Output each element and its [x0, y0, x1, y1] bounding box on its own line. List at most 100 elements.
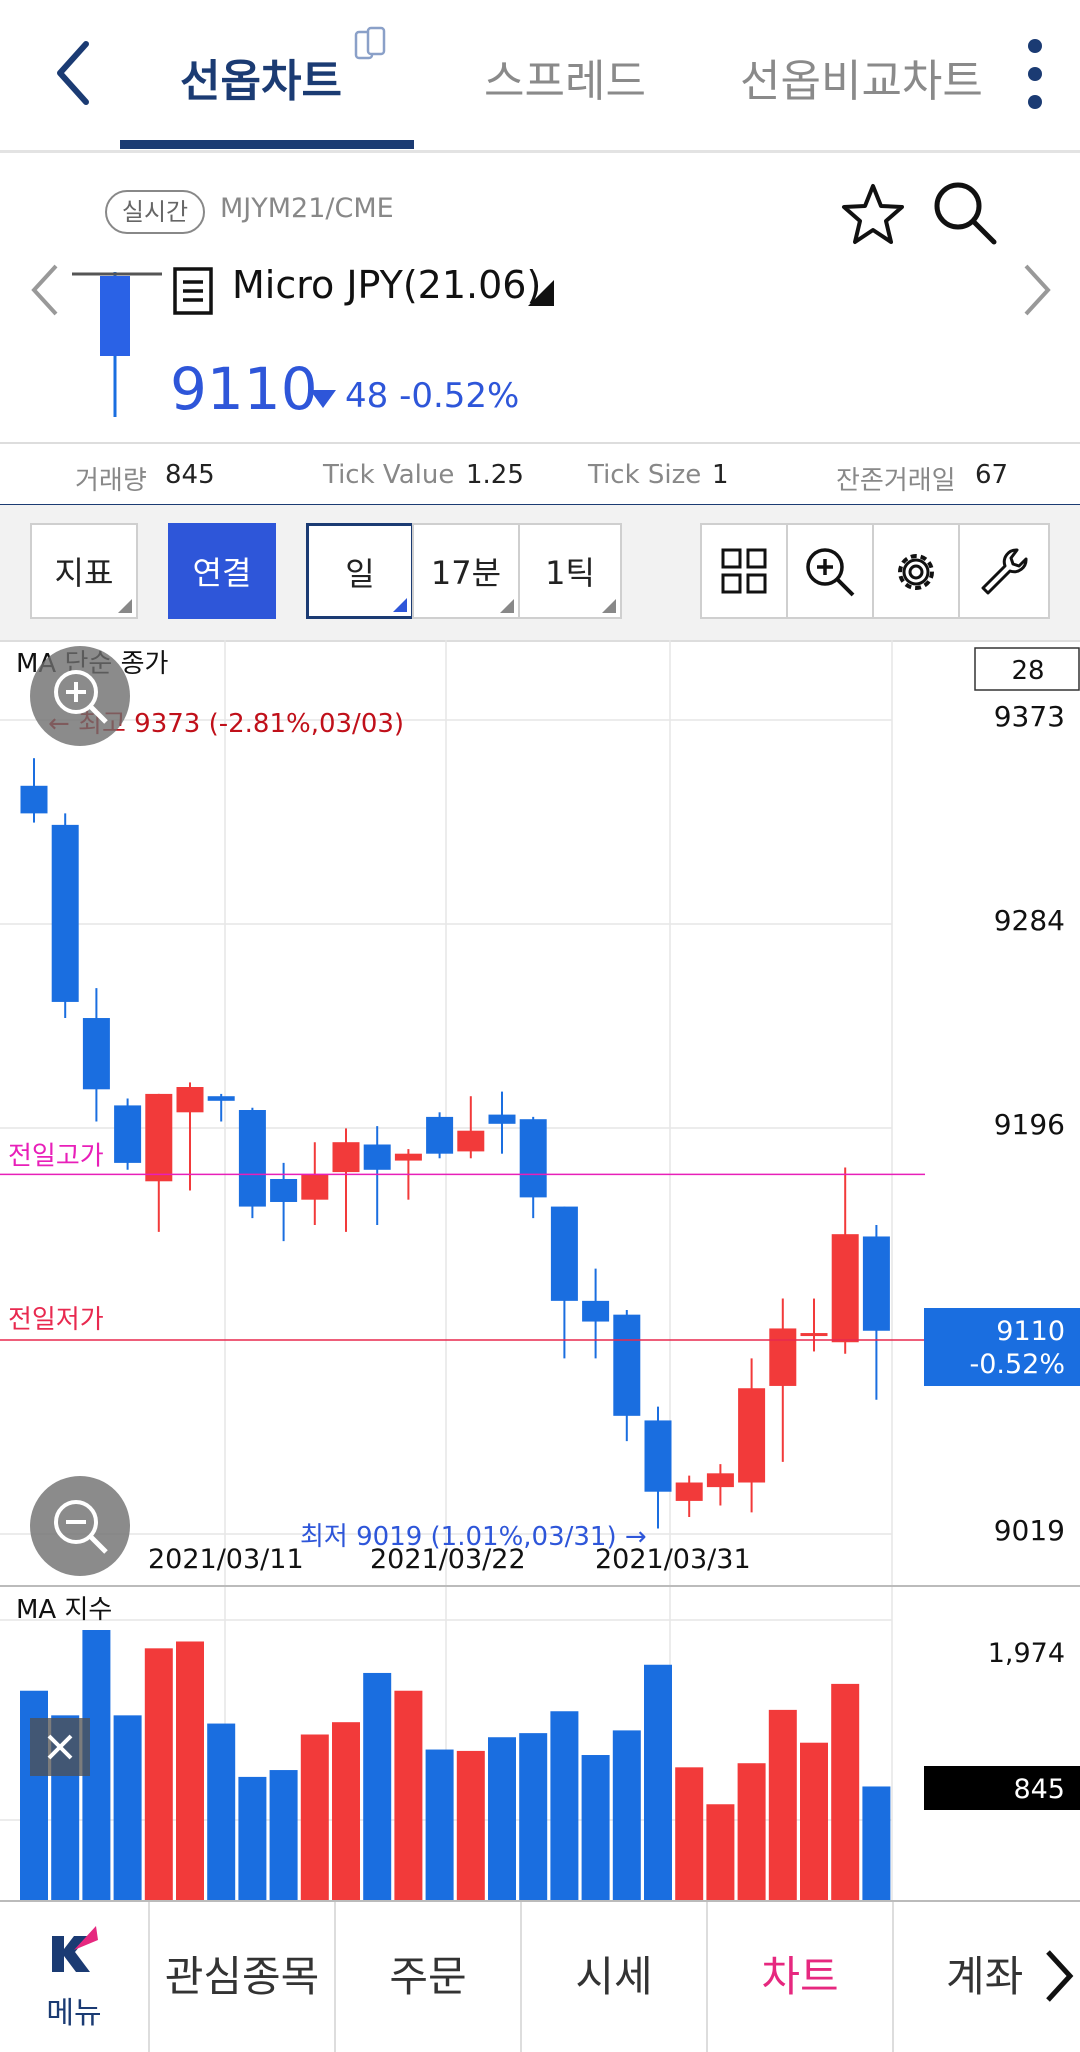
y-tick: 9373 [994, 700, 1065, 733]
volume-bar [550, 1711, 579, 1900]
change-value: 48 [345, 376, 389, 416]
y-tick: 9284 [994, 904, 1065, 937]
layout-grid-button[interactable] [700, 523, 788, 619]
nav-menu[interactable]: 메뉴 [0, 1902, 150, 2052]
list-icon[interactable] [172, 266, 214, 316]
stat-label-volume: 거래량 [75, 466, 147, 496]
back-icon[interactable] [50, 38, 100, 108]
realtime-badge: 실시간 [105, 190, 205, 234]
gear-icon [898, 554, 934, 590]
volume-bar [675, 1767, 704, 1900]
candle-series [20, 758, 890, 1529]
x-tick: 2021/03/22 [370, 1544, 526, 1575]
volume-bar [800, 1742, 828, 1900]
close-icon [47, 1734, 73, 1760]
zoom-button[interactable] [786, 523, 874, 619]
volume-bar [425, 1749, 454, 1900]
stat-label-remaining-days: 잔존거래일 [836, 466, 956, 496]
candle-body [176, 1087, 204, 1113]
volume-max-tick: 1,974 [988, 1638, 1065, 1669]
prev-low-label: 전일저가 [8, 1305, 104, 1335]
candle-body [145, 1093, 173, 1182]
corner-mark [393, 598, 407, 612]
volume-bar [144, 1648, 173, 1900]
x-tick: 2021/03/11 [148, 1544, 304, 1575]
tab-futures-chart[interactable]: 선옵차트 [180, 45, 342, 109]
dropdown-triangle-icon[interactable] [526, 278, 556, 308]
close-panel-button[interactable] [30, 1718, 90, 1776]
volume-bar [644, 1664, 672, 1900]
period-day-button[interactable]: 일 [306, 523, 414, 619]
candle-body [582, 1300, 610, 1322]
period-minute-button[interactable]: 17분 [412, 523, 520, 619]
candle-body [270, 1178, 298, 1202]
more-icon[interactable] [1020, 36, 1050, 112]
volume-bar [519, 1733, 548, 1900]
y-tick: 9196 [994, 1108, 1065, 1141]
nav-menu-label: 메뉴 [46, 1996, 102, 2031]
zoom-out-icon [54, 1500, 108, 1554]
chart-zoom-out-button[interactable] [30, 1476, 130, 1576]
current-price: 9110 [170, 355, 318, 423]
volume-bar [238, 1776, 267, 1900]
chart-zoom-in-button[interactable] [30, 646, 130, 746]
stat-value-volume: 845 [165, 460, 215, 490]
prev-instrument-icon[interactable] [28, 262, 64, 318]
price-chart[interactable]: 전일고가 전일저가 MA 단순 종가 28 ← 최고 9373 (-2.81%,… [0, 640, 1080, 1900]
stat-value-tick-value: 1.25 [466, 460, 524, 490]
candle-body [488, 1114, 516, 1124]
active-tab-indicator [120, 140, 414, 149]
period-box-value: 28 [1011, 656, 1044, 686]
candle-body [20, 785, 48, 814]
prev-high-label: 전일고가 [8, 1141, 104, 1171]
tab-spread[interactable]: 스프레드 [484, 45, 646, 109]
period-tick-button[interactable]: 1틱 [518, 523, 622, 619]
volume-bar [300, 1734, 329, 1900]
candle-body [82, 1018, 110, 1090]
indicator-button[interactable]: 지표 [30, 523, 138, 619]
instrument-name[interactable]: Micro JPY(21.06) [232, 263, 541, 307]
candle-body [51, 824, 79, 1002]
nav-chart[interactable]: 차트 [708, 1902, 894, 2052]
sub-indicator-label: MA 지수 [16, 1595, 112, 1625]
nav-watchlist[interactable]: 관심종목 [150, 1902, 336, 2052]
current-price-tag-value: 9110 [996, 1316, 1065, 1347]
down-arrow-icon [310, 390, 336, 408]
corner-mark [118, 599, 132, 613]
zoom-in-icon [54, 670, 108, 724]
candle-body [675, 1482, 703, 1501]
nav-quotes[interactable]: 시세 [522, 1902, 708, 2052]
nav-next-icon[interactable] [1042, 1948, 1076, 2004]
candle-body [332, 1142, 360, 1173]
candle-body [394, 1153, 422, 1161]
volume-bar [332, 1722, 360, 1900]
x-tick: 2021/03/31 [595, 1544, 751, 1575]
candle-body [426, 1116, 454, 1154]
candle-body [769, 1328, 797, 1386]
price-change: 48 -0.52% [345, 376, 519, 416]
volume-bar [612, 1730, 641, 1900]
candle-body [613, 1314, 641, 1416]
candle-body [862, 1236, 890, 1331]
candle-body [831, 1234, 859, 1343]
favorite-star-icon[interactable] [838, 180, 908, 250]
tab-compare-chart[interactable]: 선옵비교차트 [740, 45, 983, 109]
nav-order[interactable]: 주문 [336, 1902, 522, 2052]
top-tab-bar: 선옵차트 스프레드 선옵비교차트 [0, 0, 1080, 153]
volume-bar [394, 1690, 423, 1900]
indicator-label: 지표 [54, 554, 114, 592]
connect-button[interactable]: 연결 [168, 523, 276, 619]
candle-body [114, 1105, 142, 1163]
tools-button[interactable] [958, 523, 1050, 619]
period-minute-label: 17분 [430, 554, 502, 592]
candle-body [550, 1206, 578, 1301]
settings-button[interactable] [872, 523, 960, 619]
zoom-in-icon [806, 548, 855, 597]
candle-body [706, 1473, 734, 1488]
wrench-icon [981, 548, 1028, 595]
next-instrument-icon[interactable] [1018, 262, 1054, 318]
candle-body [363, 1144, 391, 1170]
candle-body [644, 1420, 672, 1492]
search-icon[interactable] [930, 178, 1000, 248]
device-copy-icon[interactable] [352, 24, 392, 64]
